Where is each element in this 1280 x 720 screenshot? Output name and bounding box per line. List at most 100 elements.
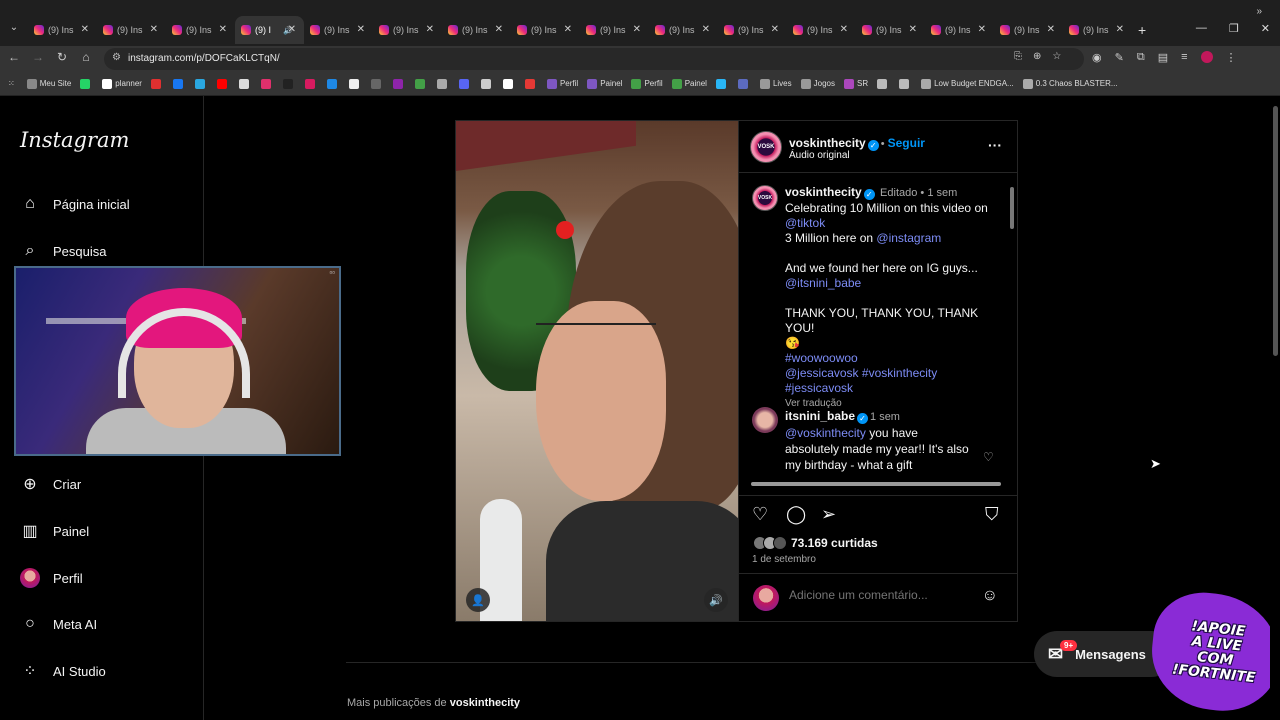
bookmark-item[interactable]: Painel bbox=[671, 78, 707, 89]
bookmark-item[interactable] bbox=[216, 78, 230, 89]
bookmark-item[interactable]: Meu Site bbox=[26, 78, 71, 89]
bookmark-item[interactable]: Lives bbox=[759, 78, 792, 89]
hashtag-jessicavosk[interactable]: #jessicavosk bbox=[785, 381, 1005, 396]
bookmark-item[interactable] bbox=[436, 78, 450, 89]
original-audio-link[interactable]: Áudio original bbox=[789, 150, 850, 161]
bookmark-item[interactable] bbox=[392, 78, 406, 89]
home-browser-icon[interactable]: ⌂ bbox=[78, 50, 94, 64]
mention-instagram[interactable]: @instagram bbox=[876, 231, 941, 245]
audio-toggle-icon[interactable]: 🔊 bbox=[704, 588, 728, 612]
tab-search-menu-icon[interactable]: ⌄ bbox=[6, 20, 22, 36]
comments-horizontal-scrollbar[interactable] bbox=[743, 481, 1011, 487]
nav-home[interactable]: ⌂ Página inicial bbox=[20, 194, 129, 214]
tab-close-icon[interactable]: ✕ bbox=[564, 24, 572, 35]
hashtag-woowoowoo[interactable]: #woowoowoo bbox=[785, 351, 1005, 366]
tab-close-icon[interactable]: ✕ bbox=[1047, 24, 1055, 35]
browser-tab[interactable]: (9) Ins ✕ bbox=[649, 16, 718, 44]
tab-close-icon[interactable]: ✕ bbox=[357, 24, 365, 35]
comment-input[interactable] bbox=[789, 588, 969, 602]
bookmark-item[interactable] bbox=[304, 78, 318, 89]
back-icon[interactable]: ← bbox=[6, 50, 22, 64]
webcam-controls-icon[interactable]: ▫▫ bbox=[329, 268, 335, 277]
comments-scrollbar[interactable] bbox=[1009, 177, 1015, 477]
page-scroll-thumb[interactable] bbox=[1273, 106, 1278, 356]
new-tab-button[interactable]: + bbox=[1138, 22, 1146, 38]
commenter-avatar[interactable] bbox=[752, 407, 778, 433]
bookmark-item[interactable] bbox=[715, 78, 729, 89]
address-bar[interactable]: ⚙ instagram.com/p/DOFCaKLCTqN/ bbox=[104, 48, 1084, 70]
comments-scroll-thumb[interactable] bbox=[1010, 187, 1014, 229]
tab-close-icon[interactable]: ✕ bbox=[150, 24, 158, 35]
browser-tab[interactable]: (9) Ins ✕ bbox=[994, 16, 1063, 44]
nav-dashboard[interactable]: ▥ Painel bbox=[20, 521, 89, 541]
bookmark-item[interactable] bbox=[80, 78, 93, 89]
minimize-icon[interactable]: — bbox=[1196, 22, 1207, 35]
bookmark-item[interactable] bbox=[480, 78, 494, 89]
mention-jessicavosk[interactable]: @jessicavosk bbox=[785, 366, 859, 380]
browser-tab[interactable]: (9) Ins ✕ bbox=[304, 16, 373, 44]
bookmark-item[interactable] bbox=[260, 78, 274, 89]
caption-avatar[interactable]: VOSK bbox=[752, 185, 778, 211]
browser-tab[interactable]: (9) Ins ✕ bbox=[373, 16, 442, 44]
mention-itsnini[interactable]: @itsnini_babe bbox=[785, 276, 1005, 291]
comment-bubble-icon[interactable]: ◯ bbox=[786, 504, 806, 525]
post-date[interactable]: 1 de setembro bbox=[752, 554, 816, 565]
tab-close-icon[interactable]: ✕ bbox=[81, 24, 89, 35]
tab-close-icon[interactable]: ✕ bbox=[633, 24, 641, 35]
mention-tiktok[interactable]: @tiktok bbox=[785, 216, 1005, 231]
browser-tab[interactable]: (9) Ins ✕ bbox=[442, 16, 511, 44]
sidebar-panel-icon[interactable]: ▤ bbox=[1158, 51, 1168, 64]
browser-tab[interactable]: (9) Ins ✕ bbox=[511, 16, 580, 44]
site-info-icon[interactable]: ⚙ bbox=[112, 52, 121, 63]
likes-row[interactable]: 73.169 curtidas bbox=[753, 536, 878, 550]
author-username[interactable]: voskinthecity bbox=[789, 136, 866, 150]
share-send-icon[interactable]: ➢ bbox=[821, 504, 836, 525]
author-avatar[interactable]: VOSK bbox=[750, 131, 782, 163]
bookmark-item[interactable]: planner bbox=[102, 78, 142, 89]
reload-icon[interactable]: ↻ bbox=[54, 50, 70, 64]
bookmark-item[interactable] bbox=[737, 78, 751, 89]
tab-close-icon[interactable]: ✕ bbox=[909, 24, 917, 35]
bookmark-star-icon[interactable]: ☆ bbox=[1052, 51, 1061, 62]
more-options-icon[interactable]: ··· bbox=[988, 137, 1002, 153]
bookmark-item[interactable] bbox=[899, 78, 912, 89]
bookmark-item[interactable] bbox=[524, 78, 538, 89]
like-heart-icon[interactable]: ♡ bbox=[752, 504, 768, 525]
more-posts-user[interactable]: voskinthecity bbox=[450, 697, 520, 709]
commenter-username[interactable]: itsnini_babe bbox=[785, 409, 855, 423]
browser-menu-icon[interactable]: ⋮ bbox=[1226, 51, 1237, 64]
tab-close-icon[interactable]: ✕ bbox=[1116, 24, 1124, 35]
apps-grid-icon[interactable]: ⁙ bbox=[8, 79, 15, 88]
tab-close-icon[interactable]: ✕ bbox=[426, 24, 434, 35]
zoom-icon[interactable]: ⊕ bbox=[1033, 51, 1041, 62]
bookmark-item[interactable] bbox=[238, 78, 252, 89]
bookmark-item[interactable]: Low Budget ENDGA... bbox=[921, 78, 1014, 89]
browser-tab[interactable]: (9) Ins ✕ bbox=[28, 16, 97, 44]
caption-username[interactable]: voskinthecity bbox=[785, 185, 862, 199]
nav-create[interactable]: ⊕ Criar bbox=[20, 474, 81, 494]
close-window-icon[interactable]: ✕ bbox=[1261, 22, 1270, 35]
bookmark-item[interactable] bbox=[877, 78, 890, 89]
install-icon[interactable]: ⎘ bbox=[1014, 51, 1022, 62]
hashtag-voskinthecity[interactable]: #voskinthecity bbox=[862, 366, 937, 380]
bookmark-item[interactable] bbox=[172, 78, 186, 89]
puzzle-extensions-icon[interactable]: ⧉ bbox=[1137, 51, 1145, 64]
bookmarks-overflow-icon[interactable]: » bbox=[1256, 6, 1262, 17]
nav-profile[interactable]: Perfil bbox=[20, 568, 83, 588]
browser-tab[interactable]: (9) Ins ✕ bbox=[787, 16, 856, 44]
browser-tab[interactable]: (9) Ins ✕ bbox=[856, 16, 925, 44]
likes-count[interactable]: 73.169 curtidas bbox=[791, 536, 878, 550]
bookmark-item[interactable] bbox=[458, 78, 472, 89]
browser-tab[interactable]: (9) Ins ✕ bbox=[1063, 16, 1132, 44]
tab-close-icon[interactable]: ✕ bbox=[702, 24, 710, 35]
comment-mention[interactable]: @voskinthecity bbox=[785, 426, 866, 440]
tab-close-icon[interactable]: ✕ bbox=[219, 24, 227, 35]
bookmark-item[interactable] bbox=[348, 78, 362, 89]
comment-like-heart-icon[interactable]: ♡ bbox=[983, 450, 994, 464]
bookmark-item[interactable] bbox=[282, 78, 296, 89]
browser-tab[interactable]: (9) Ins ✕ bbox=[925, 16, 994, 44]
camera-extension-icon[interactable]: ◉ bbox=[1092, 51, 1102, 64]
tab-close-icon[interactable]: ✕ bbox=[978, 24, 986, 35]
bookmark-item[interactable] bbox=[502, 78, 516, 89]
follow-button[interactable]: Seguir bbox=[888, 136, 925, 150]
